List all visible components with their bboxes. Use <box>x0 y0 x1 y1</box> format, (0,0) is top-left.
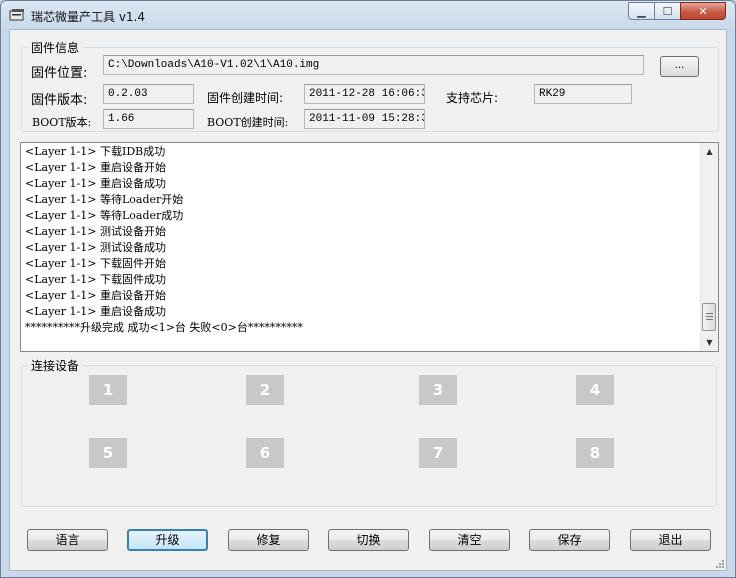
upgrade-button[interactable]: 升级 <box>127 529 208 551</box>
maximize-button[interactable]: ☐ <box>654 2 681 20</box>
log-line: <Layer 1-1> 重启设备成功 <box>25 305 166 318</box>
log-line: <Layer 1-1> 下载固件成功 <box>25 273 166 286</box>
log-scrollbar[interactable]: ▲ ▼ <box>700 143 718 351</box>
log-line: <Layer 1-1> 重启设备开始 <box>25 289 166 302</box>
save-button[interactable]: 保存 <box>529 529 610 551</box>
boot-created-label: BOOT创建时间: <box>207 116 289 129</box>
scroll-up-icon[interactable]: ▲ <box>701 143 718 160</box>
language-button[interactable]: 语言 <box>27 529 108 551</box>
log-line: <Layer 1-1> 等待Loader开始 <box>25 193 184 206</box>
log-textbox[interactable]: <Layer 1-1> 下载IDB成功 <Layer 1-1> 重启设备开始 <… <box>20 142 719 352</box>
device-slot-4: 4 <box>576 375 614 405</box>
exit-button[interactable]: 退出 <box>630 529 711 551</box>
close-icon: ✕ <box>698 4 708 18</box>
device-slot-3: 3 <box>419 375 457 405</box>
window-title: 瑞芯微量产工具 v1.4 <box>31 10 146 24</box>
app-icon <box>9 9 24 21</box>
close-button[interactable]: ✕ <box>680 2 726 20</box>
log-line: <Layer 1-1> 下载IDB成功 <box>25 145 166 158</box>
boot-version-label: BOOT版本: <box>32 116 92 129</box>
maximize-icon: ☐ <box>662 4 673 18</box>
firmware-info-title: 固件信息 <box>28 39 83 56</box>
title-bar[interactable]: 瑞芯微量产工具 v1.4 ▁ ☐ ✕ <box>1 1 735 29</box>
minimize-button[interactable]: ▁ <box>628 2 655 20</box>
clear-button[interactable]: 清空 <box>429 529 510 551</box>
firmware-path-field[interactable]: C:\Downloads\A10-V1.02\1\A10.img <box>103 55 644 75</box>
firmware-created-label: 固件创建时间: <box>207 91 284 105</box>
firmware-version-field: 0.2.03 <box>103 84 194 104</box>
log-line: <Layer 1-1> 下载固件开始 <box>25 257 166 270</box>
firmware-created-field: 2011-12-28 16:06:33 <box>304 84 425 104</box>
boot-created-field: 2011-11-09 15:28:35 <box>304 109 425 129</box>
log-line: <Layer 1-1> 等待Loader成功 <box>25 209 184 222</box>
firmware-path-label: 固件位置: <box>31 66 88 81</box>
log-lines: <Layer 1-1> 下载IDB成功 <Layer 1-1> 重启设备开始 <… <box>25 144 303 336</box>
log-line: <Layer 1-1> 测试设备成功 <box>25 241 166 254</box>
switch-button[interactable]: 切换 <box>328 529 409 551</box>
repair-button[interactable]: 修复 <box>228 529 309 551</box>
device-slot-8: 8 <box>576 438 614 468</box>
log-line: <Layer 1-1> 重启设备开始 <box>25 161 166 174</box>
device-slot-5: 5 <box>89 438 127 468</box>
chip-field: RK29 <box>534 84 632 104</box>
log-line: <Layer 1-1> 重启设备成功 <box>25 177 166 190</box>
scroll-down-icon[interactable]: ▼ <box>701 334 718 351</box>
boot-version-field: 1.66 <box>103 109 194 129</box>
log-line: <Layer 1-1> 测试设备开始 <box>25 225 166 238</box>
firmware-version-label: 固件版本: <box>31 93 88 108</box>
device-slot-1: 1 <box>89 375 127 405</box>
chip-label: 支持芯片: <box>446 91 499 105</box>
log-line: **********升级完成 成功<1>台 失败<0>台********** <box>25 321 303 334</box>
client-area: 固件信息 固件位置: C:\Downloads\A10-V1.02\1\A10.… <box>9 29 727 571</box>
main-window: 瑞芯微量产工具 v1.4 ▁ ☐ ✕ 固件信息 固件位置: C:\Downloa… <box>0 0 736 578</box>
device-slot-2: 2 <box>246 375 284 405</box>
connected-devices-title: 连接设备 <box>28 357 83 374</box>
scroll-thumb[interactable] <box>702 303 716 331</box>
browse-button[interactable]: ... <box>660 56 699 77</box>
resize-grip-icon[interactable] <box>714 558 724 568</box>
device-slot-7: 7 <box>419 438 457 468</box>
minimize-icon: ▁ <box>637 4 646 18</box>
device-slot-6: 6 <box>246 438 284 468</box>
